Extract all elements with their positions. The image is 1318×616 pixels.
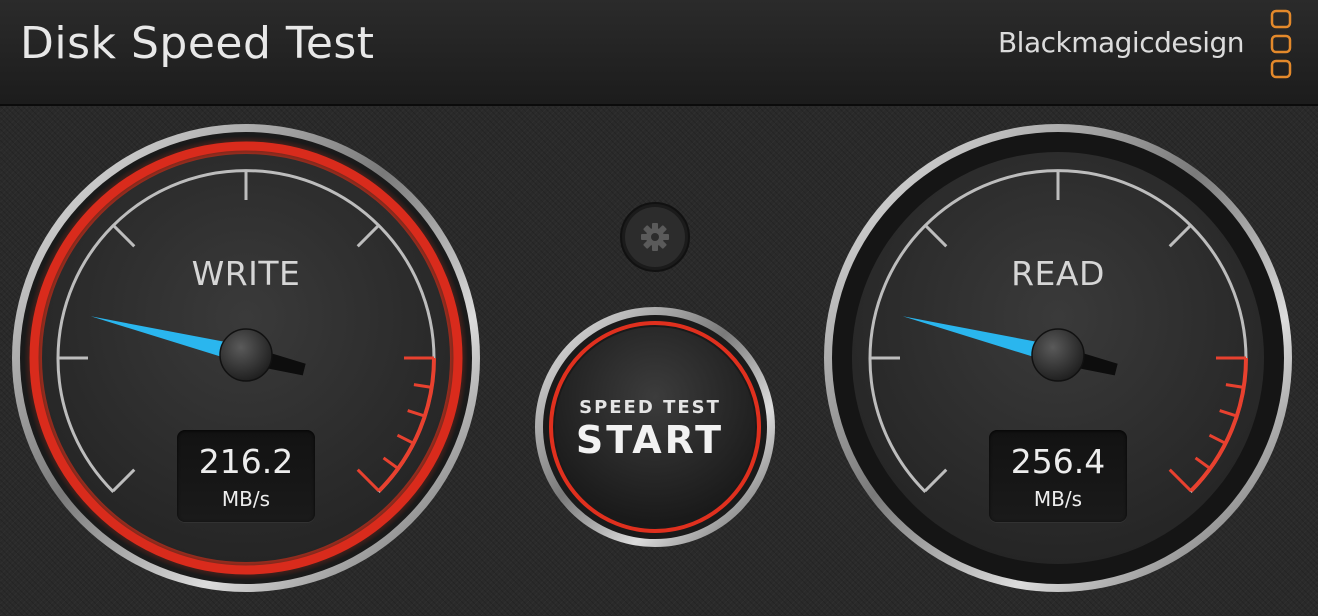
start-button-subtitle[interactable]: SPEED TEST xyxy=(555,397,745,418)
write-gauge-hub xyxy=(219,328,273,382)
read-value-display: 256.4 MB/s xyxy=(989,430,1127,522)
gear-icon xyxy=(641,223,669,251)
write-speed-unit: MB/s xyxy=(221,487,271,511)
settings-button[interactable] xyxy=(620,202,690,272)
read-gauge-label: READ xyxy=(1011,254,1105,293)
write-gauge-label: WRITE xyxy=(191,254,301,293)
read-speed-unit: MB/s xyxy=(1033,487,1083,511)
read-speed-value: 256.4 xyxy=(1010,442,1106,481)
write-value-display: 216.2 MB/s xyxy=(177,430,315,522)
read-gauge-hub xyxy=(1031,328,1085,382)
start-button-label[interactable]: START xyxy=(555,418,745,462)
write-speed-value: 216.2 xyxy=(198,442,294,481)
